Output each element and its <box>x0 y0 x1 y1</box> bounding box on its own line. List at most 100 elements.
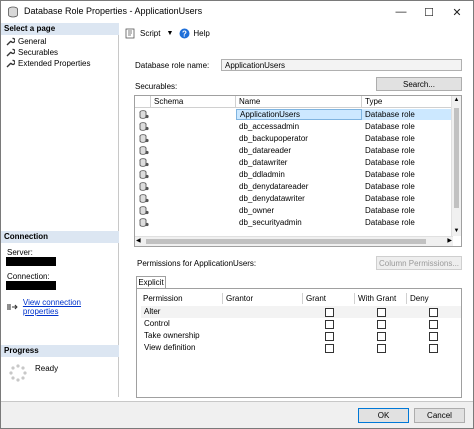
cell-name: db_backupoperator <box>239 134 308 143</box>
toolbar: Script ▼ ? Help <box>125 26 210 40</box>
footer-bar: OK Cancel <box>1 401 473 428</box>
with-grant-checkbox[interactable] <box>377 332 386 341</box>
permission-row[interactable]: Control <box>141 318 461 330</box>
database-role-icon <box>139 122 149 131</box>
horizontal-scrollbar[interactable]: ◀ ▶ <box>135 236 453 246</box>
minimize-button[interactable]: — <box>387 1 415 23</box>
connection-header: Connection <box>1 231 119 243</box>
cell-schema <box>151 193 236 204</box>
progress-header: Progress <box>1 345 119 357</box>
column-header-type[interactable]: Type <box>362 96 453 108</box>
wrench-icon <box>6 59 15 67</box>
cell-type: Database role <box>365 182 415 191</box>
page-item-securables[interactable]: Securables <box>5 47 58 58</box>
database-role-icon <box>139 158 149 167</box>
with-grant-checkbox[interactable] <box>377 320 386 329</box>
icon-column-header <box>135 96 151 108</box>
page-item-extended-properties[interactable]: Extended Properties <box>5 58 91 69</box>
cell-name: db_datawriter <box>239 158 288 167</box>
with-grant-checkbox[interactable] <box>377 344 386 353</box>
column-permissions-button[interactable]: Column Permissions... <box>376 256 462 270</box>
progress-status: Ready <box>35 364 59 373</box>
permission-row[interactable]: View definition <box>141 342 461 354</box>
deny-checkbox[interactable] <box>429 308 438 317</box>
securables-header: Schema Name Type <box>135 96 453 108</box>
script-dropdown-icon[interactable]: ▼ <box>166 30 173 37</box>
vertical-scrollbar[interactable]: ▲ ▼ <box>451 96 461 236</box>
window-title: Database Role Properties - ApplicationUs… <box>24 6 203 16</box>
perm-header-grantor[interactable]: Grantor <box>223 293 303 304</box>
table-row[interactable]: db_datareader Database role <box>135 145 453 156</box>
table-row[interactable]: db_owner Database role <box>135 205 453 216</box>
table-row[interactable]: db_accessadmin Database role <box>135 121 453 132</box>
server-label: Server: <box>7 248 33 257</box>
deny-checkbox[interactable] <box>429 320 438 329</box>
scroll-right-arrow-icon[interactable]: ▶ <box>447 237 452 246</box>
search-button[interactable]: Search... <box>376 77 462 91</box>
view-connection-properties-link[interactable]: View connection properties <box>7 298 118 316</box>
column-header-schema[interactable]: Schema <box>151 96 236 108</box>
cell-schema <box>151 157 236 168</box>
perm-header-permission[interactable]: Permission <box>140 293 223 304</box>
page-item-general[interactable]: General <box>5 36 46 47</box>
ok-button[interactable]: OK <box>358 408 409 423</box>
help-button[interactable]: ? Help <box>179 28 210 39</box>
progress-spinner-icon <box>9 364 27 382</box>
column-header-name[interactable]: Name <box>236 96 362 108</box>
cell-schema <box>151 121 236 132</box>
grant-checkbox[interactable] <box>325 308 334 317</box>
page-item-label: Securables <box>18 48 59 57</box>
connection-label: Connection: <box>7 272 50 281</box>
grant-checkbox[interactable] <box>325 320 334 329</box>
with-grant-checkbox[interactable] <box>377 308 386 317</box>
table-row[interactable]: db_denydatawriter Database role <box>135 193 453 204</box>
maximize-button[interactable]: ☐ <box>415 1 443 23</box>
cell-type: Database role <box>365 218 415 227</box>
table-row[interactable]: db_datawriter Database role <box>135 157 453 168</box>
database-role-icon <box>139 194 149 203</box>
table-row[interactable]: db_ddladmin Database role <box>135 169 453 180</box>
tab-explicit[interactable]: Explicit <box>136 276 166 288</box>
select-page-header: Select a page <box>1 23 119 35</box>
role-name-field[interactable]: ApplicationUsers <box>221 59 462 71</box>
deny-checkbox[interactable] <box>429 344 438 353</box>
grant-checkbox[interactable] <box>325 344 334 353</box>
table-row[interactable]: ApplicationUsers Database role <box>135 109 453 120</box>
close-button[interactable]: ✕ <box>443 1 471 23</box>
permission-row[interactable]: Alter <box>141 306 461 318</box>
connection-value-redacted <box>6 281 56 290</box>
scroll-thumb-horizontal[interactable] <box>146 239 426 244</box>
cell-type: Database role <box>365 158 415 167</box>
table-row[interactable]: db_denydatareader Database role <box>135 181 453 192</box>
help-label: Help <box>193 28 210 38</box>
scroll-left-arrow-icon[interactable]: ◀ <box>136 237 141 246</box>
scroll-down-arrow-icon[interactable]: ▼ <box>452 227 461 236</box>
database-role-icon <box>139 182 149 191</box>
cell-schema <box>151 109 236 120</box>
grant-checkbox[interactable] <box>325 332 334 341</box>
table-row[interactable]: db_securityadmin Database role <box>135 217 453 228</box>
scroll-up-arrow-icon[interactable]: ▲ <box>452 96 461 105</box>
perm-header-with-grant[interactable]: With Grant <box>355 293 407 304</box>
permission-row[interactable]: Take ownership <box>141 330 461 342</box>
cancel-button[interactable]: Cancel <box>414 408 465 423</box>
cell-name: db_denydatawriter <box>239 194 305 203</box>
database-role-icon <box>139 146 149 155</box>
cell-name: db_securityadmin <box>239 218 302 227</box>
cell-type: Database role <box>365 170 415 179</box>
cell-type: Database role <box>362 109 453 120</box>
cell-name: db_accessadmin <box>239 122 300 131</box>
page-item-label: Extended Properties <box>18 59 91 68</box>
permission-name: Control <box>144 319 170 328</box>
scroll-thumb[interactable] <box>454 108 459 208</box>
script-label: Script <box>140 28 161 38</box>
cell-type: Database role <box>365 122 415 131</box>
script-button[interactable]: Script <box>125 28 160 39</box>
perm-header-grant[interactable]: Grant <box>303 293 355 304</box>
deny-checkbox[interactable] <box>429 332 438 341</box>
table-row[interactable]: db_backupoperator Database role <box>135 133 453 144</box>
database-role-icon <box>139 206 149 215</box>
database-role-icon <box>139 170 149 179</box>
perm-header-deny[interactable]: Deny <box>407 293 459 304</box>
cell-name: db_denydatareader <box>239 182 309 191</box>
